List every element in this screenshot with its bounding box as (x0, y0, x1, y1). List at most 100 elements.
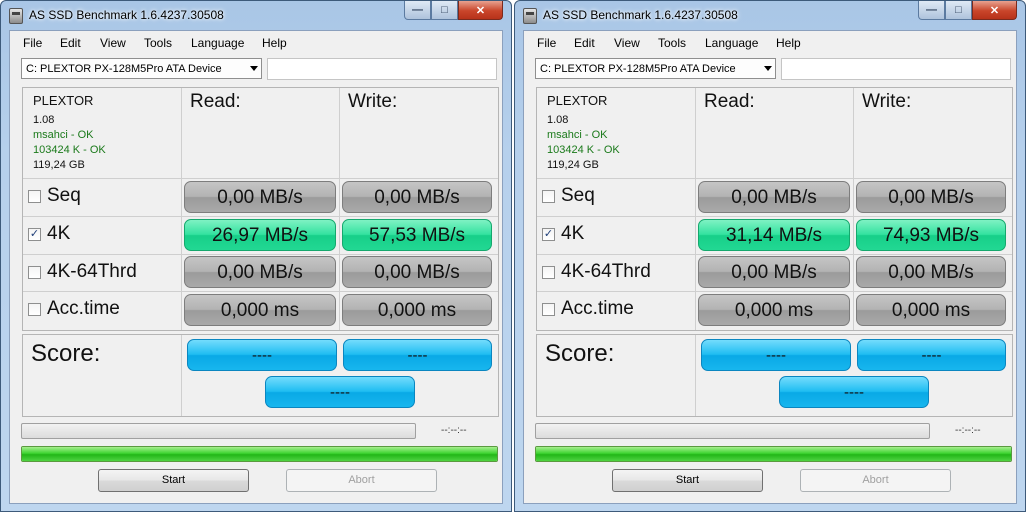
close-button[interactable]: ✕ (972, 1, 1017, 20)
start-button[interactable]: Start (612, 469, 763, 492)
driver-status: msahci - OK (33, 129, 94, 141)
score-values: ---- ---- ---- (182, 335, 498, 416)
write-cell-4k64: 0,00 MB/s (854, 255, 1012, 292)
read-result-seq: 0,00 MB/s (184, 181, 336, 213)
checkbox-4k64[interactable] (28, 266, 41, 279)
menu-edit[interactable]: Edit (60, 36, 81, 50)
checkmark-icon: ✓ (29, 228, 40, 240)
score-write: ---- (857, 339, 1006, 371)
drive-firmware: 1.08 (33, 114, 55, 126)
read-cell-acctime: 0,000 ms (696, 292, 854, 330)
test-progress-bar (535, 423, 930, 439)
maximize-icon: □ (955, 4, 962, 16)
minimize-button[interactable]: — (918, 1, 945, 20)
label-4k64: 4K-64Thrd (47, 261, 137, 282)
label-acctime: Acc.time (561, 298, 634, 319)
menu-tools[interactable]: Tools (144, 36, 172, 50)
maximize-icon: □ (441, 4, 448, 16)
menu-bar: File Edit View Tools Language Help (10, 31, 502, 53)
chevron-down-icon (250, 66, 258, 71)
write-cell-4k64: 0,00 MB/s (340, 255, 498, 292)
write-header: Write: (862, 91, 912, 112)
menu-language[interactable]: Language (191, 36, 244, 50)
menu-file[interactable]: File (537, 36, 556, 50)
total-progress-bar (535, 446, 1012, 462)
read-cell-4k: 26,97 MB/s (182, 217, 340, 255)
checkbox-acctime[interactable] (28, 303, 41, 316)
read-cell-4k: 31,14 MB/s (696, 217, 854, 255)
drive-select[interactable]: C: PLEXTOR PX-128M5Pro ATA Device (21, 58, 262, 79)
checkbox-4k64[interactable] (542, 266, 555, 279)
elapsed-time: --:--:-- (955, 425, 981, 436)
write-result-seq: 0,00 MB/s (856, 181, 1006, 213)
blank-field (267, 58, 497, 80)
row-label-acctime: Acc.time (23, 292, 182, 330)
write-result-4k64: 0,00 MB/s (342, 256, 492, 288)
menu-view[interactable]: View (614, 36, 640, 50)
abort-button[interactable]: Abort (800, 469, 951, 492)
read-result-4k64: 0,00 MB/s (184, 256, 336, 288)
write-result-4k: 74,93 MB/s (856, 219, 1006, 251)
checkbox-4k[interactable]: ✓ (542, 228, 555, 241)
write-cell-acctime: 0,000 ms (854, 292, 1012, 330)
write-cell-4k: 57,53 MB/s (340, 217, 498, 255)
disk-icon (523, 8, 537, 24)
score-read: ---- (701, 339, 851, 371)
drive-select[interactable]: C: PLEXTOR PX-128M5Pro ATA Device (535, 58, 776, 79)
checkbox-4k[interactable]: ✓ (28, 228, 41, 241)
blank-field (781, 58, 1011, 80)
menu-file[interactable]: File (23, 36, 42, 50)
menu-help[interactable]: Help (262, 36, 287, 50)
close-button[interactable]: ✕ (458, 1, 503, 20)
write-cell-seq: 0,00 MB/s (854, 179, 1012, 217)
read-cell-seq: 0,00 MB/s (182, 179, 340, 217)
close-icon: ✕ (989, 4, 1000, 17)
read-header: Read: (704, 91, 755, 112)
label-acctime: Acc.time (47, 298, 120, 319)
title-bar[interactable]: AS SSD Benchmark 1.6.4237.30508 — □ ✕ (515, 1, 1025, 30)
close-icon: ✕ (475, 4, 486, 17)
read-result-4k: 31,14 MB/s (698, 219, 850, 251)
score-values: ---- ---- ---- (696, 335, 1012, 416)
row-label-seq: Seq (537, 179, 696, 217)
window-title: AS SSD Benchmark 1.6.4237.30508 (29, 8, 224, 22)
write-header-cell: Write: (854, 88, 1012, 179)
drive-firmware: 1.08 (547, 114, 569, 126)
checkbox-seq[interactable] (28, 190, 41, 203)
title-bar[interactable]: AS SSD Benchmark 1.6.4237.30508 — □ ✕ (1, 1, 511, 30)
menu-view[interactable]: View (100, 36, 126, 50)
benchmark-window-right: AS SSD Benchmark 1.6.4237.30508 — □ ✕ Fi… (514, 0, 1026, 512)
score-label: Score: (545, 340, 615, 367)
start-button[interactable]: Start (98, 469, 249, 492)
checkbox-acctime[interactable] (542, 303, 555, 316)
maximize-button[interactable]: □ (945, 1, 972, 20)
elapsed-time: --:--:-- (441, 425, 467, 436)
read-header-cell: Read: (696, 88, 854, 179)
minimize-button[interactable]: — (404, 1, 431, 20)
alignment-status: 103424 K - OK (33, 144, 106, 156)
alignment-status: 103424 K - OK (547, 144, 620, 156)
menu-bar: File Edit View Tools Language Help (524, 31, 1016, 53)
checkmark-icon: ✓ (543, 228, 554, 240)
caption-buttons: — □ ✕ (404, 1, 503, 20)
row-label-4k: ✓ 4K (23, 217, 182, 255)
abort-button[interactable]: Abort (286, 469, 437, 492)
disk-icon (9, 8, 23, 24)
write-result-acctime: 0,000 ms (856, 294, 1006, 326)
write-cell-acctime: 0,000 ms (340, 292, 498, 330)
read-result-acctime: 0,000 ms (184, 294, 336, 326)
menu-tools[interactable]: Tools (658, 36, 686, 50)
maximize-button[interactable]: □ (431, 1, 458, 20)
caption-buttons: — □ ✕ (918, 1, 1017, 20)
minimize-icon: — (926, 4, 937, 16)
checkbox-seq[interactable] (542, 190, 555, 203)
write-header: Write: (348, 91, 398, 112)
score-grid: Score: ---- ---- ---- (22, 334, 499, 417)
read-cell-seq: 0,00 MB/s (696, 179, 854, 217)
results-grid: PLEXTOR 1.08 msahci - OK 103424 K - OK 1… (22, 87, 499, 331)
read-result-4k64: 0,00 MB/s (698, 256, 850, 288)
menu-help[interactable]: Help (776, 36, 801, 50)
drive-info: PLEXTOR 1.08 msahci - OK 103424 K - OK 1… (23, 88, 182, 179)
menu-edit[interactable]: Edit (574, 36, 595, 50)
menu-language[interactable]: Language (705, 36, 758, 50)
